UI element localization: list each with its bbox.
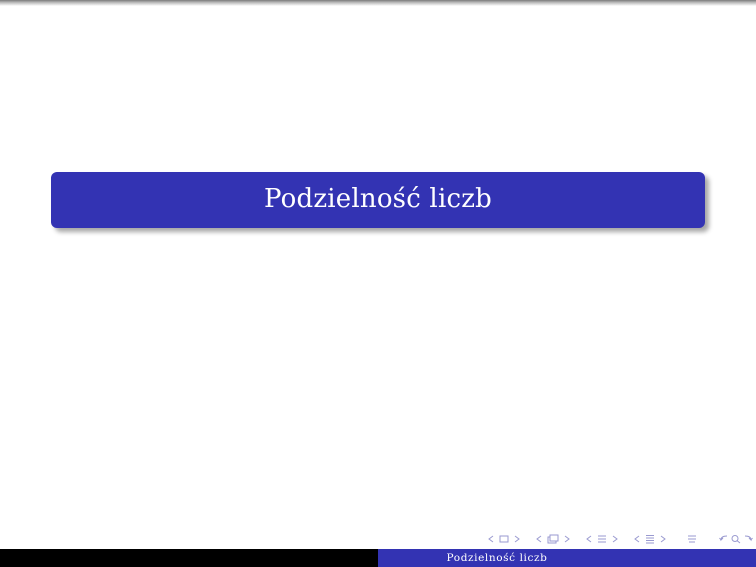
nav-section-next-icon[interactable]: [608, 532, 622, 546]
nav-frame-prev-icon[interactable]: [484, 532, 498, 546]
nav-spacer: [524, 532, 532, 546]
title-block: Podzielność liczb: [51, 172, 705, 228]
footer-left-block: [0, 549, 378, 567]
nav-spacer: [622, 532, 630, 546]
nav-spacer: [698, 532, 718, 546]
footer-bar: Podzielność liczb: [0, 549, 756, 567]
nav-back-icon[interactable]: [718, 532, 730, 546]
nav-subsection-prev-icon[interactable]: [532, 532, 546, 546]
nav-section-icon[interactable]: [596, 532, 608, 546]
nav-frame-icon[interactable]: [498, 532, 510, 546]
nav-section-list-icon[interactable]: [644, 532, 656, 546]
top-shadow: [0, 0, 756, 6]
nav-align-icon[interactable]: [686, 532, 698, 546]
footer-right-block: Podzielność liczb: [378, 549, 756, 567]
footer-title: Podzielność liczb: [446, 552, 548, 564]
nav-frame-next-icon[interactable]: [510, 532, 524, 546]
nav-section-prev-icon[interactable]: [582, 532, 596, 546]
nav-spacer: [670, 532, 686, 546]
nav-section-list-prev-icon[interactable]: [630, 532, 644, 546]
nav-section-list-next-icon[interactable]: [656, 532, 670, 546]
nav-subsection-icon[interactable]: [546, 532, 560, 546]
nav-spacer: [574, 532, 582, 546]
beamer-navigation: [484, 532, 754, 546]
nav-subsection-next-icon[interactable]: [560, 532, 574, 546]
nav-search-icon[interactable]: [730, 532, 742, 546]
nav-forward-icon[interactable]: [742, 532, 754, 546]
slide-title: Podzielność liczb: [264, 184, 492, 214]
